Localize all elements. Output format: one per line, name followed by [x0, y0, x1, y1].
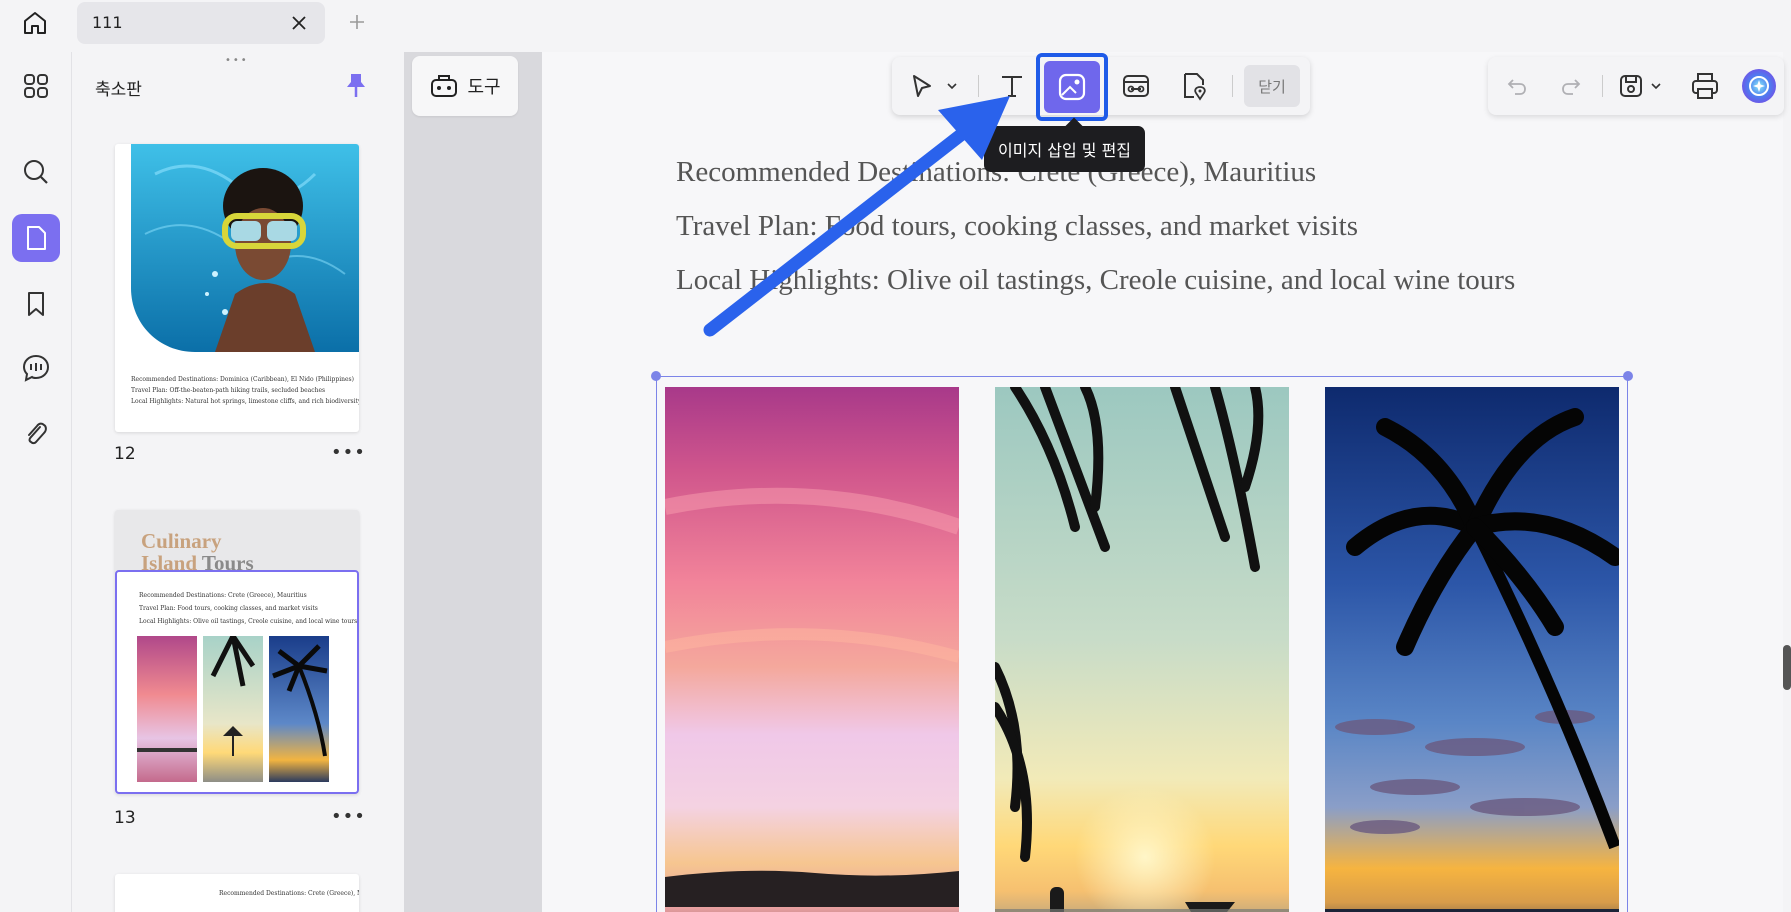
thumb-text-line: Recommended Destinations: Crete (Greece)…	[219, 890, 359, 897]
thumb-text-line: Travel Plan: Off-the-beaten-path hiking …	[131, 387, 326, 394]
document-view: Recommended Destinations: Crete (Greece)…	[542, 52, 1783, 912]
resize-handle-top-right[interactable]	[1623, 371, 1633, 381]
thumb-text-line: Recommended Destinations: Dominica (Cari…	[131, 376, 354, 383]
save-dropdown[interactable]	[1646, 65, 1666, 107]
thumb-photo-sunset	[137, 636, 197, 782]
document-tab[interactable]: 111	[77, 2, 325, 44]
image-selection-frame[interactable]	[651, 371, 1633, 912]
link-icon	[1123, 75, 1149, 97]
rail-organize-button[interactable]	[12, 62, 60, 110]
tab-bar: 111	[0, 0, 1791, 45]
panel-drag-handle[interactable]: •••	[225, 55, 249, 66]
page-number-12: 12	[114, 444, 136, 464]
home-icon	[24, 12, 46, 34]
thumbnail-panel: ••• 축소판 Recommended Destinations: Domini…	[73, 52, 403, 912]
rail-search-button[interactable]	[12, 148, 60, 196]
photo-palm-beach[interactable]	[995, 387, 1289, 912]
tab-close-button[interactable]	[287, 11, 311, 35]
redo-icon	[1562, 79, 1581, 95]
ai-assistant-icon	[1742, 69, 1776, 103]
comment-icon	[22, 354, 50, 382]
undo-icon	[1507, 79, 1526, 95]
text-icon	[1002, 76, 1022, 97]
tools-button[interactable]: 도구	[412, 56, 518, 116]
resize-handle-top-left[interactable]	[651, 371, 661, 381]
close-icon	[292, 16, 306, 30]
thumb-text-line: Recommended Destinations: Crete (Greece)…	[139, 592, 307, 599]
select-tool-button[interactable]	[900, 65, 944, 107]
doc-text-highlights[interactable]: Local Highlights: Olive oil tastings, Cr…	[676, 264, 1515, 297]
home-button[interactable]	[18, 6, 52, 40]
save-icon	[1620, 75, 1642, 97]
add-watermark-button[interactable]	[1172, 65, 1216, 107]
add-link-button[interactable]	[1114, 65, 1158, 107]
page-12-more-button[interactable]: •••	[331, 442, 366, 463]
page-thumbnail-13[interactable]: Culinary Island Tours Recommended Destin…	[115, 510, 359, 794]
cursor-arrow-icon	[913, 75, 931, 97]
photo-sunset[interactable]	[665, 387, 959, 912]
add-text-button[interactable]	[990, 65, 1034, 107]
thumbnail-panel-title: 축소판	[95, 80, 142, 100]
tools-label: 도구	[467, 77, 501, 98]
page-thumbnail-12[interactable]: Recommended Destinations: Dominica (Cari…	[115, 144, 359, 432]
doc-text-travel-plan[interactable]: Travel Plan: Food tours, cooking classes…	[676, 210, 1358, 243]
highlight-annotation-box	[1036, 53, 1108, 121]
rail-thumbnails-button[interactable]	[12, 214, 60, 262]
left-rail	[0, 52, 72, 912]
thumb-text-line: Travel Plan: Food tours, cooking classes…	[139, 605, 318, 612]
page-icon	[27, 226, 46, 250]
toolbox-icon	[431, 75, 458, 97]
page-number-13: 13	[114, 808, 136, 828]
thumb-text-line: Local Highlights: Olive oil tastings, Cr…	[139, 618, 358, 625]
new-tab-button[interactable]	[344, 9, 370, 35]
close-edit-button[interactable]: 닫기	[1244, 65, 1300, 107]
toolbar-separator	[1232, 75, 1233, 97]
toolbar-separator	[978, 75, 979, 97]
pin-panel-button[interactable]	[341, 70, 371, 100]
thumb-heading: Culinary Island Tours	[141, 529, 254, 575]
rail-attachment-button[interactable]	[12, 410, 60, 458]
grid-icon	[24, 74, 48, 98]
thumb-photo-palm-beach	[203, 636, 263, 782]
select-tool-dropdown[interactable]	[940, 65, 964, 107]
chevron-down-icon	[1651, 83, 1661, 90]
selected-page-frame: Recommended Destinations: Crete (Greece)…	[115, 570, 359, 794]
page-location-icon	[1184, 73, 1206, 101]
right-toolbar	[1488, 57, 1784, 115]
tab-title: 111	[92, 13, 123, 32]
tools-column: 도구	[404, 52, 542, 912]
photo-palm-tree[interactable]	[1325, 387, 1619, 912]
page-13-more-button[interactable]: •••	[331, 806, 366, 827]
thumb-photo-palm-tree	[269, 636, 329, 782]
diver-image	[131, 144, 359, 352]
paperclip-icon	[28, 422, 47, 445]
toolbar-separator	[1602, 75, 1603, 97]
rail-comment-button[interactable]	[12, 344, 60, 392]
undo-button[interactable]	[1496, 65, 1538, 107]
printer-icon	[1692, 73, 1718, 99]
print-button[interactable]	[1684, 65, 1726, 107]
thumb-text-line: Local Highlights: Natural hot springs, l…	[131, 398, 359, 405]
page-thumbnail-14[interactable]: Recommended Destinations: Crete (Greece)…	[115, 874, 359, 912]
bookmark-icon	[28, 292, 44, 316]
ai-assistant-button[interactable]	[1738, 65, 1780, 107]
search-icon	[24, 160, 48, 184]
chevron-down-icon	[947, 83, 957, 90]
insert-image-tooltip: 이미지 삽입 및 편집	[984, 126, 1146, 172]
vertical-scrollbar-thumb[interactable]	[1783, 645, 1791, 690]
pin-icon	[347, 74, 365, 97]
redo-button[interactable]	[1550, 65, 1592, 107]
rail-bookmark-button[interactable]	[12, 280, 60, 328]
plus-icon	[350, 15, 364, 29]
